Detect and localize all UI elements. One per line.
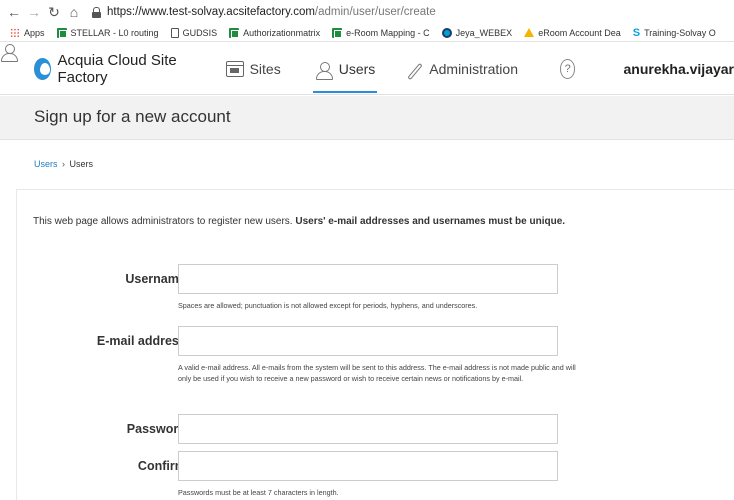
acquia-logo-icon[interactable] <box>34 57 51 80</box>
user-icon <box>601 60 619 78</box>
account-menu[interactable]: anurekha.vijayar <box>601 60 734 78</box>
email-help: A valid e-mail address. All e-mails from… <box>178 363 576 383</box>
sheets-icon <box>229 27 240 38</box>
drive-icon <box>524 28 535 37</box>
back-arrow-icon[interactable]: ← <box>4 0 24 24</box>
page-title: Sign up for a new account <box>34 107 231 126</box>
bookmark-eroom-account[interactable]: eRoom Account Dea <box>524 28 621 38</box>
breadcrumb: Users › Users <box>34 159 93 169</box>
nav-users-label: Users <box>338 60 376 77</box>
app-header: Acquia Cloud Site Factory Sites Users Ad… <box>0 43 734 95</box>
intro-bold: Users' e-mail addresses and usernames mu… <box>295 216 566 227</box>
confirm-password-input[interactable] <box>178 451 558 481</box>
forward-arrow-icon[interactable]: → <box>24 0 44 24</box>
sheets-icon <box>332 27 343 38</box>
bookmark-gudsis[interactable]: GUDSIS <box>170 27 217 38</box>
nav-administration-label: Administration <box>429 60 518 77</box>
breadcrumb-current: Users <box>69 159 94 169</box>
confirm-help: Passwords must be at least 7 characters … <box>178 488 339 497</box>
page-icon <box>170 27 179 38</box>
nav-sites-label: Sites <box>249 60 281 77</box>
nav-sites[interactable]: Sites <box>225 43 281 95</box>
browser-toolbar: ← → ↻ ⌂ https://www.test-solvay.acsitefa… <box>0 0 734 24</box>
breadcrumb-link-users[interactable]: Users <box>34 159 58 169</box>
url-path: /admin/user/user/create <box>314 6 436 18</box>
bookmark-webex[interactable]: Jeya_WEBEX <box>441 27 512 38</box>
help-icon[interactable]: ? <box>559 58 576 79</box>
sheets-icon <box>56 27 67 38</box>
username-help: Spaces are allowed; punctuation is not a… <box>178 301 478 310</box>
webex-icon <box>441 27 452 38</box>
password-input[interactable] <box>178 414 558 444</box>
breadcrumb-separator: › <box>62 159 66 169</box>
bookmark-authorizationmatrix[interactable]: Authorizationmatrix <box>229 27 320 38</box>
email-input[interactable] <box>178 326 558 356</box>
bookmark-stellar[interactable]: STELLAR - L0 routing <box>56 27 159 38</box>
url-host: https://www.test-solvay.acsitefactory.co… <box>107 6 315 18</box>
bookmark-eroom-mapping[interactable]: e-Room Mapping - C <box>332 27 430 38</box>
bookmark-apps[interactable]: Apps <box>10 27 45 38</box>
username-input[interactable] <box>178 264 558 294</box>
account-name: anurekha.vijayar <box>623 60 734 77</box>
s-icon: S <box>632 26 641 39</box>
brand-name[interactable]: Acquia Cloud Site Factory <box>58 52 188 86</box>
bookmark-training[interactable]: S Training-Solvay O <box>633 27 716 39</box>
wrench-icon <box>405 61 423 77</box>
lock-icon <box>92 6 101 18</box>
email-label: E-mail address: <box>96 334 190 348</box>
users-icon <box>315 61 333 80</box>
nav-administration[interactable]: Administration <box>405 43 518 95</box>
bookmarks-bar: Apps STELLAR - L0 routing GUDSIS Authori… <box>0 24 734 42</box>
nav-users[interactable]: Users <box>312 43 377 95</box>
reload-icon[interactable]: ↻ <box>44 0 64 24</box>
home-icon[interactable]: ⌂ <box>64 0 84 24</box>
apps-grid-icon <box>10 27 20 38</box>
intro-text: This web page allows administrators to r… <box>33 216 566 227</box>
signup-form: This web page allows administrators to r… <box>16 189 734 500</box>
address-bar[interactable]: https://www.test-solvay.acsitefactory.co… <box>92 0 436 24</box>
page-title-band: Sign up for a new account <box>0 96 734 140</box>
sites-icon <box>225 60 244 77</box>
